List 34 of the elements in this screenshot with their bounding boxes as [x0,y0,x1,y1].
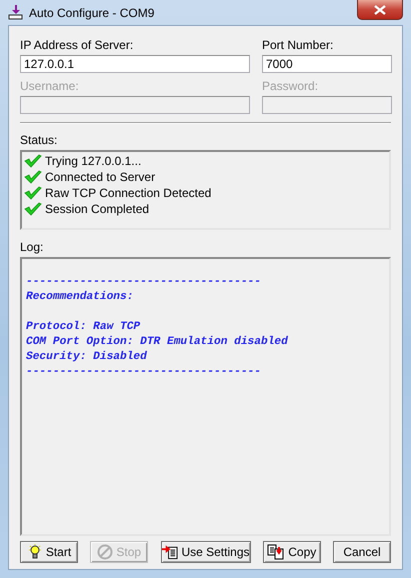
checkmark-icon [24,186,42,200]
status-text: Session Completed [45,202,150,216]
log-line: ----------------------------------- [25,365,262,380]
window-title: Auto Configure - COM9 [29,6,154,20]
status-text: Trying 127.0.0.1... [45,154,142,168]
document-arrow-icon [162,544,178,560]
dialog-button[interactable]: Copy [262,541,321,563]
status-label: Status: [20,133,58,147]
log-line: COM Port Option: DTR Emulation disabled [25,335,289,350]
app-icon [8,4,24,20]
status-text: Connected to Server [45,170,156,184]
close-button[interactable] [357,0,403,20]
status-text: Raw TCP Connection Detected [45,186,212,200]
log-heading: Recommendations: [25,290,134,305]
log-line: Protocol: Raw TCP [25,320,142,335]
text-field[interactable]: 7000 [262,55,392,73]
dialog-button[interactable]: Start [20,541,78,563]
copy-icon [267,544,286,560]
checkmark-icon [24,202,42,216]
text-field[interactable]: 127.0.0.1 [20,55,250,73]
stop-icon [97,544,114,560]
checkmark-icon [24,154,42,168]
log-label: Log: [20,240,44,254]
close-icon [374,4,386,14]
checkmark-icon [24,170,42,184]
lightbulb-icon [26,544,43,560]
field-label: Username: [20,79,80,93]
dialog-button[interactable]: Cancel [333,541,391,563]
field-label: Port Number: [262,38,334,52]
field-label: IP Address of Server: [20,38,134,52]
dialog-button[interactable]: Use Settings [160,541,250,563]
field-label: Password: [262,79,320,93]
log-line: ----------------------------------- [25,275,262,290]
log-line: Security: Disabled [25,350,148,365]
